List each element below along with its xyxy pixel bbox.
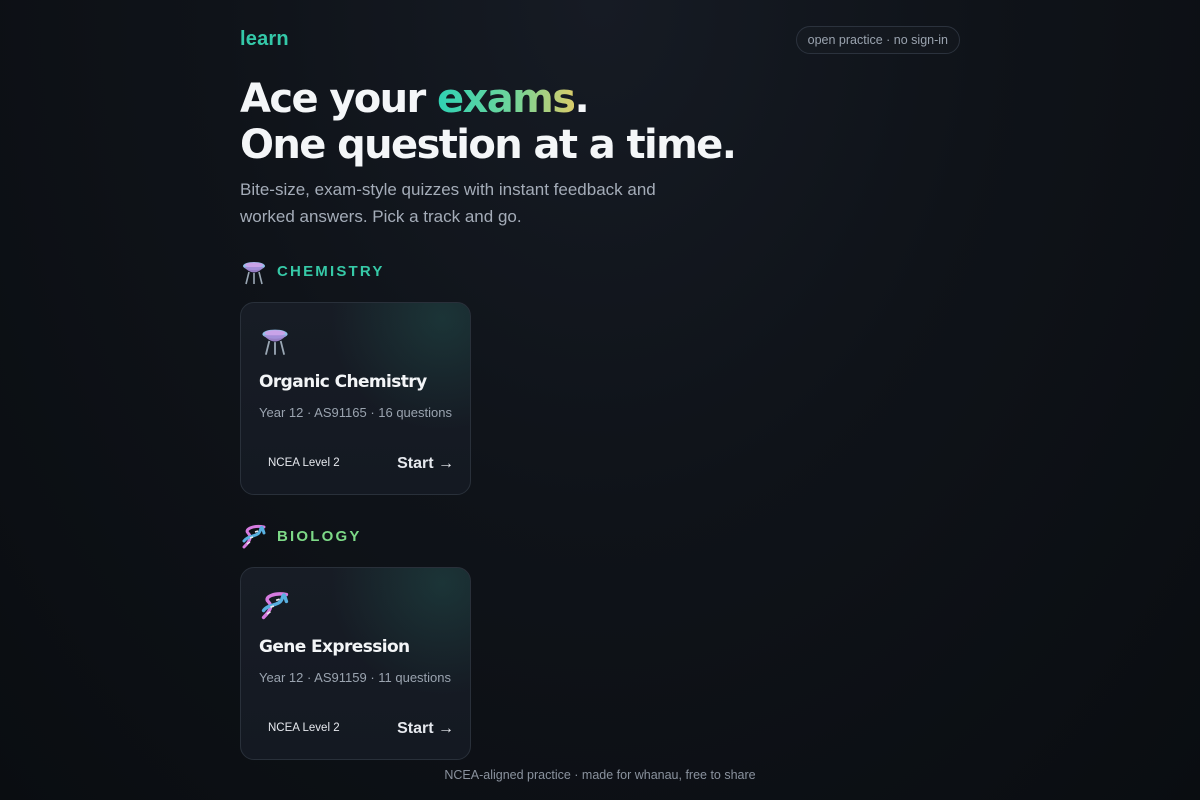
course-card-organic-chemistry[interactable]: Organic Chemistry Year 12 · AS91165 · 16… xyxy=(240,302,471,495)
card-meta: Year 12 · AS91159 · 11 questions xyxy=(259,670,452,685)
hero-title: Ace your exams. One question at a time. xyxy=(240,76,960,168)
section-header: CHEMISTRY xyxy=(240,258,480,286)
card-title: Gene Expression xyxy=(259,637,410,657)
course-card-gene-expression[interactable]: Gene Expression Year 12 · AS91159 · 11 q… xyxy=(240,567,471,760)
level-badge: NCEA Level 2 xyxy=(268,457,340,469)
hero-title-accent: exams xyxy=(437,76,576,122)
hero: Ace your exams. One question at a time. xyxy=(240,76,960,168)
card-title: Organic Chemistry xyxy=(259,372,427,392)
start-button[interactable]: Start → xyxy=(397,455,454,473)
brand-logo[interactable]: learn xyxy=(240,28,289,51)
footer-text: NCEA-aligned practice · made for whanau,… xyxy=(444,768,756,782)
section-title: CHEMISTRY xyxy=(277,263,385,280)
start-button[interactable]: Start → xyxy=(397,720,454,738)
top-bar: learn open practice · no sign-in xyxy=(240,26,960,54)
flask-icon xyxy=(243,262,265,285)
flask-icon xyxy=(262,329,288,355)
dna-icon xyxy=(261,592,289,620)
card-meta: Year 12 · AS91165 · 16 questions xyxy=(259,405,452,420)
level-badge: NCEA Level 2 xyxy=(268,722,340,734)
access-pill: open practice · no sign-in xyxy=(795,26,960,54)
hero-title-line2: One question at a time. xyxy=(240,122,737,168)
hero-title-prefix: Ace your xyxy=(240,76,438,122)
section-chemistry: CHEMISTRY xyxy=(240,258,480,286)
hero-subtitle: Bite-size, exam-style quizzes with insta… xyxy=(240,180,656,226)
hero-title-suffix: . xyxy=(574,76,589,122)
